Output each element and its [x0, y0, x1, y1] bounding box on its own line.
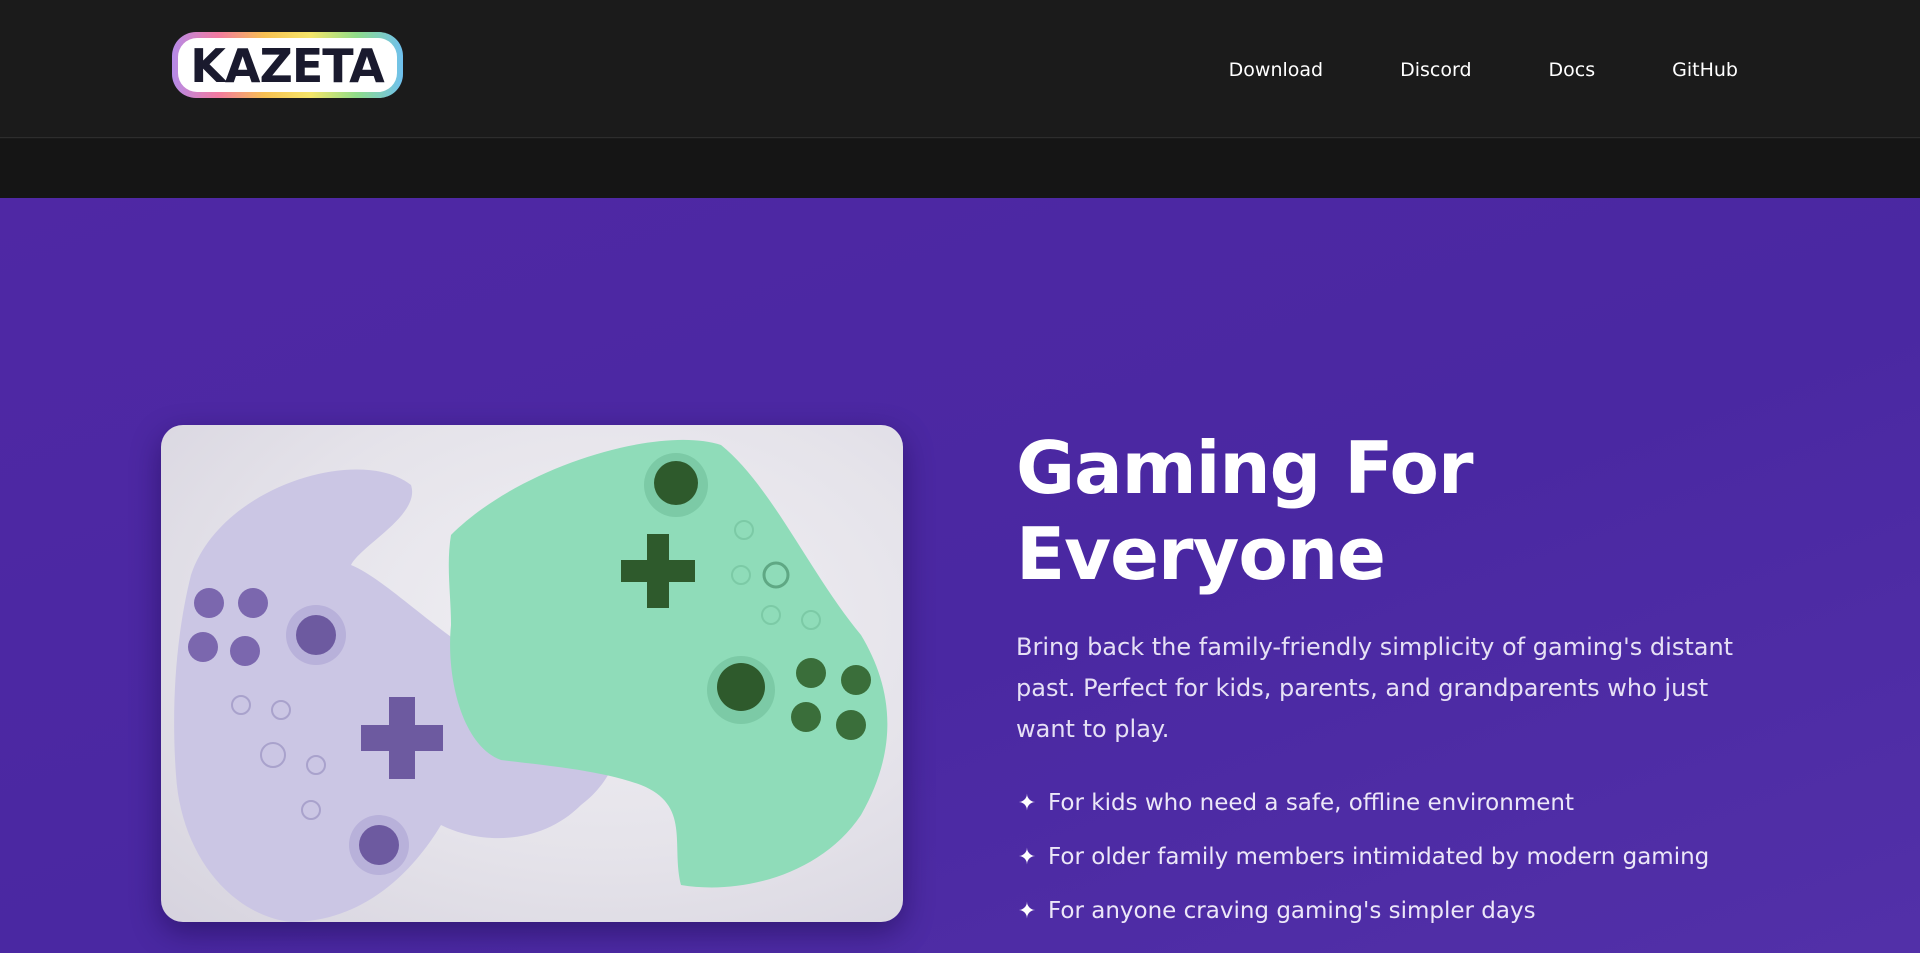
main-nav: Download Discord Docs GitHub [1229, 56, 1738, 84]
svg-text:KAZETA: KAZETA [190, 39, 385, 93]
controllers-image [161, 425, 903, 922]
sparkle-icon: ✦ [1017, 898, 1037, 924]
hero-description: Bring back the family-friendly simplicit… [1016, 633, 1734, 743]
hero-title-line2: Everyone [1016, 512, 1386, 596]
feature-list: ✦ For kids who need a safe, offline envi… [1016, 776, 1756, 938]
feature-item: ✦ For anyone craving gaming's simpler da… [1016, 884, 1756, 938]
site-header: KAZETA Download Discord Docs GitHub [0, 0, 1920, 138]
hero-section: Gaming For Everyone Bring back the famil… [0, 198, 1920, 953]
nav-download[interactable]: Download [1229, 56, 1323, 84]
sparkle-icon: ✦ [1017, 844, 1037, 870]
feature-text: For anyone craving gaming's simpler days [1048, 898, 1536, 924]
header-subbar [0, 139, 1920, 198]
sparkle-icon: ✦ [1017, 790, 1037, 816]
feature-item: ✦ For older family members intimidated b… [1016, 830, 1756, 884]
hero-text: Gaming For Everyone Bring back the famil… [1016, 425, 1756, 938]
nav-docs[interactable]: Docs [1549, 56, 1596, 84]
nav-github[interactable]: GitHub [1672, 56, 1738, 84]
nav-discord[interactable]: Discord [1400, 56, 1471, 84]
feature-text: For older family members intimidated by … [1048, 844, 1710, 870]
feature-text: For kids who need a safe, offline enviro… [1048, 790, 1574, 816]
feature-item: ✦ For kids who need a safe, offline envi… [1016, 776, 1756, 830]
hero-title: Gaming For Everyone [1016, 425, 1756, 597]
kazeta-logo[interactable]: KAZETA [170, 30, 405, 100]
hero-title-line1: Gaming For [1016, 426, 1473, 510]
